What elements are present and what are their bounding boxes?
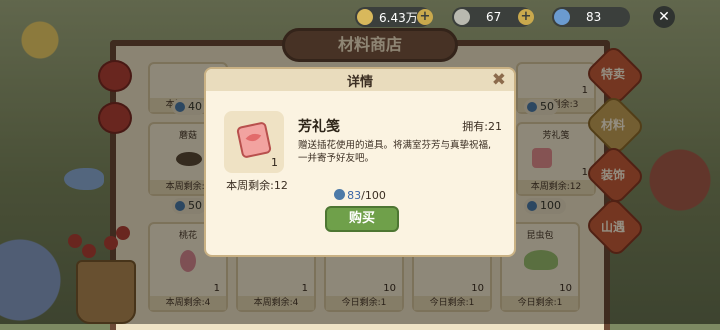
gold-coin-icon [357, 9, 373, 25]
moon-currency: 83 [552, 7, 630, 27]
item-detail-modal: 详情 ✖ 1 本周剩余:12 芳礼笺 拥有:21 赠送插花使用的道具。将满室芬芳… [204, 67, 516, 257]
item-name: 芳礼笺 [298, 119, 340, 135]
item-icon-box: 1 [224, 111, 284, 173]
buy-button[interactable]: 购买 [325, 206, 399, 232]
add-silver-button[interactable]: + [518, 9, 534, 25]
silver-currency: 67 + [452, 7, 534, 27]
item-quantity: 1 [271, 156, 278, 169]
blue-moon-icon [334, 189, 346, 200]
item-description: 赠送插花使用的道具。将满室芬芳与真挚祝福,一并寄予好友吧。 [298, 140, 492, 164]
item-cost: 83/100 [206, 189, 514, 202]
silver-coin-icon [454, 9, 470, 25]
owned-count: 拥有:21 [462, 120, 502, 133]
blue-moon-icon [554, 9, 570, 25]
gold-currency: 6.43万 + [355, 7, 433, 27]
close-shop-button[interactable]: ✕ [653, 6, 675, 28]
add-gold-button[interactable]: + [417, 9, 433, 25]
close-icon[interactable]: ✖ [492, 70, 506, 90]
modal-title: 详情 [346, 75, 373, 90]
